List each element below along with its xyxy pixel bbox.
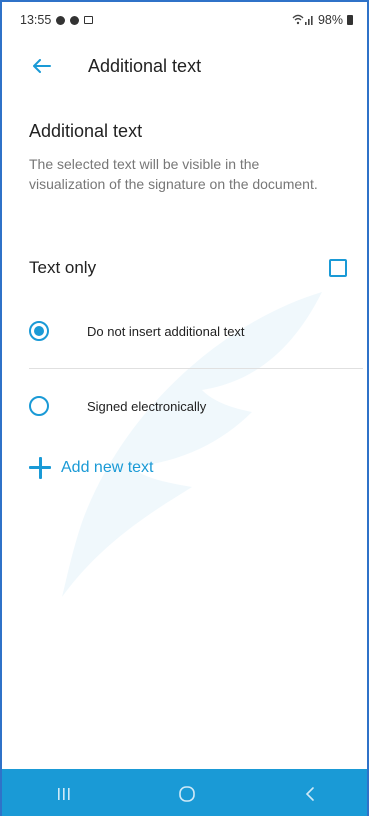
option-signed-electronically[interactable]: Signed electronically	[29, 388, 349, 424]
add-new-text-label: Add new text	[61, 459, 154, 476]
notification-icon	[70, 15, 80, 25]
status-bar: 13:55 98%	[2, 2, 367, 38]
app-bar: Additional text	[2, 44, 367, 88]
battery-icon	[347, 15, 353, 25]
add-new-text-button[interactable]: Add new text	[29, 457, 154, 479]
battery-percent: 98%	[317, 13, 343, 27]
gallery-notification-icon	[84, 16, 94, 24]
section-description: The selected text will be visible in the…	[29, 156, 318, 192]
recent-apps-icon	[57, 787, 70, 800]
app-frame: 13:55 98% Additional text Additional tex…	[0, 0, 369, 816]
page-title: Additional text	[88, 55, 202, 76]
radio-selected-icon[interactable]	[29, 321, 49, 341]
arrow-left-icon	[33, 59, 51, 73]
notification-icon	[56, 15, 66, 25]
back-button[interactable]	[22, 46, 62, 86]
status-time: 13:55	[20, 13, 52, 27]
plus-icon	[29, 457, 51, 479]
text-only-label: Text only	[29, 258, 97, 277]
divider	[29, 368, 363, 369]
text-only-checkbox[interactable]	[329, 259, 347, 277]
status-right: 98%	[292, 13, 353, 27]
option-label: Do not insert additional text	[87, 323, 245, 339]
wifi-signal-icon	[292, 14, 313, 25]
option-no-additional-text[interactable]: Do not insert additional text	[29, 313, 349, 349]
radio-dot	[34, 326, 44, 336]
nav-back-button[interactable]	[280, 774, 340, 814]
option-label: Signed electronically	[87, 398, 207, 414]
status-left: 13:55	[20, 13, 94, 27]
home-icon	[178, 785, 195, 802]
system-nav-bar	[2, 769, 367, 816]
back-icon	[305, 786, 314, 801]
text-only-row: Text only	[29, 254, 347, 282]
recent-apps-button[interactable]	[34, 774, 94, 814]
section-title: Additional text	[29, 121, 143, 141]
home-button[interactable]	[157, 774, 217, 814]
radio-unselected-icon[interactable]	[29, 396, 49, 416]
